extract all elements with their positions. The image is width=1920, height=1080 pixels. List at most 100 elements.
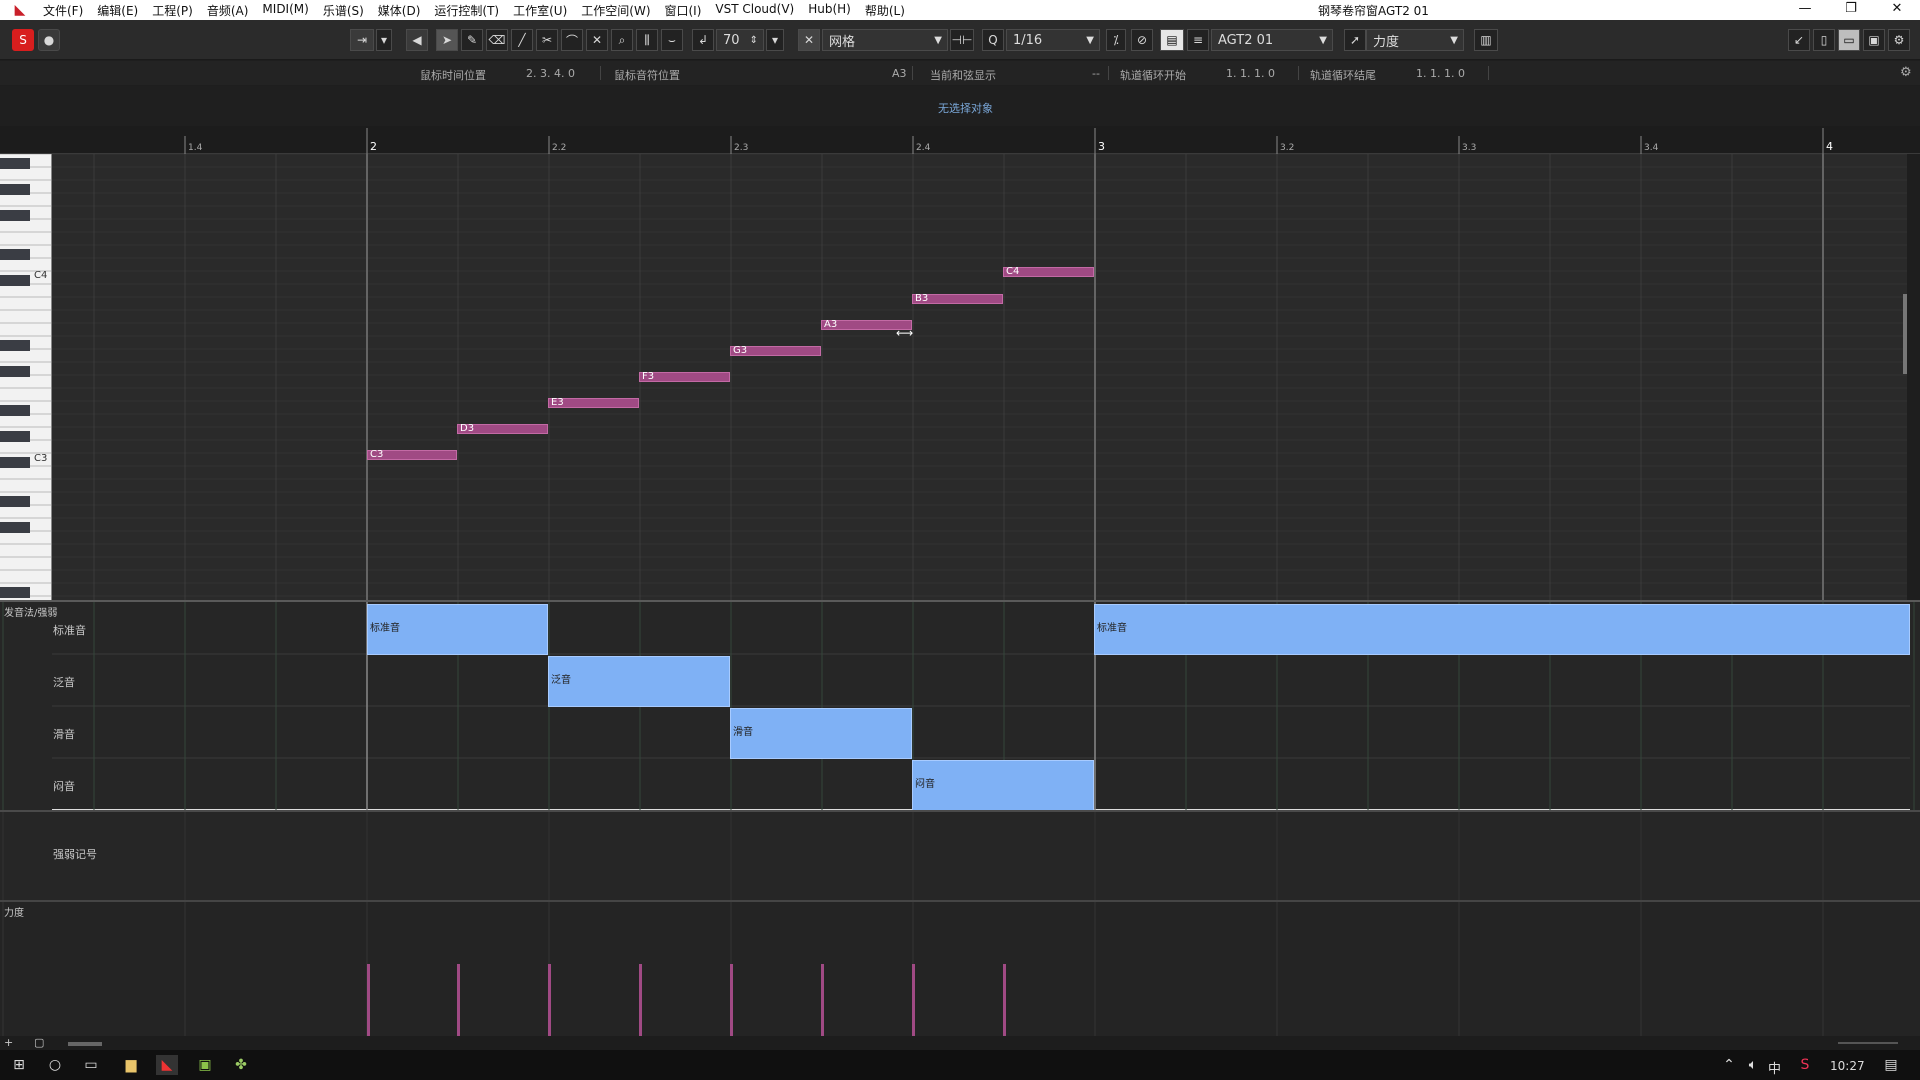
volume-icon[interactable]: 🔈︎ — [1742, 1055, 1764, 1075]
clover-app-icon[interactable]: ✤ — [230, 1055, 252, 1075]
articulation-block[interactable]: 标准音 — [367, 604, 548, 655]
menu-edit[interactable]: 编辑(E) — [90, 2, 145, 19]
midi-note[interactable]: F3 — [639, 372, 730, 382]
black-key[interactable] — [0, 587, 30, 598]
midi-note[interactable]: E3 — [548, 398, 639, 408]
controller-icon[interactable]: ➚ — [1344, 29, 1366, 51]
glue-tool-icon[interactable]: ⌒ — [561, 29, 583, 51]
snap-options-icon[interactable]: ⊣⊢ — [950, 29, 974, 51]
close-icon[interactable]: ✕ — [1874, 0, 1920, 20]
note-grid[interactable]: C3 D3 E3 F3 G3 A3 B3 C4 ⟷ — [52, 154, 1907, 600]
velocity-bar[interactable] — [821, 964, 824, 1036]
windows-start-icon[interactable]: ⊞ — [8, 1055, 30, 1075]
track-color-icon[interactable]: ▤ — [1160, 29, 1184, 51]
velocity-bar[interactable] — [457, 964, 460, 1036]
zoom-tool-icon[interactable]: ⌕ — [611, 29, 633, 51]
black-key[interactable] — [0, 340, 30, 351]
articulation-block[interactable]: 泛音 — [548, 656, 730, 707]
lower-zone-icon[interactable]: ▭ — [1838, 29, 1860, 51]
expand-icon[interactable]: ↙ — [1788, 29, 1810, 51]
pointer-tool-icon[interactable]: ➤ — [436, 29, 458, 51]
file-explorer-icon[interactable]: ▆ — [120, 1055, 142, 1075]
clock[interactable]: 10:27 — [1830, 1059, 1865, 1073]
scroll-thumb[interactable] — [68, 1042, 102, 1046]
stepper-icon[interactable]: ⇕ — [750, 35, 758, 46]
chevron-down-icon[interactable]: ▾ — [766, 29, 784, 51]
pencil-tool-icon[interactable]: ✎ — [461, 29, 483, 51]
menu-help[interactable]: 帮助(L) — [858, 2, 912, 19]
step-input-icon[interactable]: ↲ — [692, 29, 714, 51]
menu-project[interactable]: 工程(P) — [145, 2, 200, 19]
menu-media[interactable]: 媒体(D) — [371, 2, 428, 19]
reset-quantize-icon[interactable]: ⊘ — [1131, 29, 1153, 51]
articulation-block[interactable]: 闷音 — [912, 760, 1094, 811]
solo-button[interactable]: S — [12, 29, 34, 51]
curve-tool-icon[interactable]: ⌣ — [661, 29, 683, 51]
autoscroll-icon[interactable]: ⇥ — [350, 29, 374, 51]
input-method-icon[interactable]: S — [1794, 1055, 1816, 1075]
midi-note[interactable]: D3 — [457, 424, 548, 434]
restore-icon[interactable]: ❐ — [1828, 0, 1874, 20]
black-key[interactable] — [0, 184, 30, 195]
eraser-tool-icon[interactable]: ⌫ — [486, 29, 508, 51]
horizontal-scrollbar[interactable]: + ▢ — [0, 1036, 1920, 1050]
midi-note[interactable]: C3 — [367, 450, 457, 460]
split-tool-icon[interactable]: ✂ — [536, 29, 558, 51]
black-key[interactable] — [0, 496, 30, 507]
velocity-bar[interactable] — [1003, 964, 1006, 1036]
midi-note[interactable]: C4 — [1003, 267, 1094, 277]
chevron-down-icon[interactable]: ▾ — [376, 29, 392, 51]
left-zone-icon[interactable]: ▯ — [1813, 29, 1835, 51]
cubase-icon[interactable]: ◣ — [10, 1, 30, 19]
articulation-lane[interactable]: 发音法/强弱 标准音 泛音 滑音 闷音 标准音 泛音 滑音 闷音 标准音 — [0, 600, 1920, 811]
speaker-icon[interactable]: ◀ — [406, 29, 428, 51]
black-key[interactable] — [0, 405, 30, 416]
track-list-icon[interactable]: ≡ — [1187, 29, 1209, 51]
articulation-block[interactable]: 滑音 — [730, 708, 912, 759]
vertical-scrollbar[interactable] — [1903, 294, 1907, 374]
black-key[interactable] — [0, 522, 30, 533]
track-select[interactable]: AGT2 01 ▼ — [1211, 29, 1333, 51]
menu-midi[interactable]: MIDI(M) — [255, 2, 315, 19]
ruler[interactable]: 1.4 2 2.2 2.3 2.4 3 3.2 3.3 3.4 4 — [0, 126, 1920, 154]
black-key[interactable] — [0, 249, 30, 260]
ime-indicator[interactable]: 中 — [1768, 1058, 1781, 1077]
app-taskbar-icon[interactable]: ▣ — [194, 1055, 216, 1075]
quantize-icon[interactable]: Q — [982, 29, 1004, 51]
minimize-icon[interactable]: — — [1782, 0, 1828, 20]
velocity-bar[interactable] — [639, 964, 642, 1036]
quantize-settings-icon[interactable]: ⁒ — [1106, 29, 1126, 51]
menu-studio[interactable]: 工作室(U) — [506, 2, 574, 19]
articulation-block[interactable]: 标准音 — [1094, 604, 1910, 655]
snap-icon[interactable]: ✕ — [798, 29, 820, 51]
menu-file[interactable]: 文件(F) — [36, 2, 90, 19]
notification-icon[interactable]: ▤ — [1880, 1055, 1902, 1075]
black-key[interactable] — [0, 210, 30, 221]
menu-window[interactable]: 窗口(I) — [658, 2, 709, 19]
keyboard-icon[interactable]: ▥ — [1474, 29, 1498, 51]
menu-audio[interactable]: 音频(A) — [200, 2, 256, 19]
black-key[interactable] — [0, 275, 30, 286]
velocity-bar[interactable] — [367, 964, 370, 1036]
menu-vst-cloud[interactable]: VST Cloud(V) — [708, 2, 801, 19]
dynamics-lane[interactable]: 强弱记号 — [0, 810, 1920, 900]
right-zone-icon[interactable]: ▣ — [1863, 29, 1885, 51]
add-lane-icon[interactable]: + — [4, 1036, 13, 1049]
cubase-taskbar-icon[interactable]: ◣ — [156, 1055, 178, 1075]
velocity-bar[interactable] — [730, 964, 733, 1036]
line-tool-icon[interactable]: ⫼ — [636, 29, 658, 51]
controller-select[interactable]: 力度 ▼ — [1366, 29, 1464, 51]
velocity-lane[interactable]: 力度 — [0, 900, 1920, 1036]
midi-note[interactable]: B3 — [912, 294, 1003, 304]
step-value-field[interactable]: 70 ⇕ — [716, 29, 764, 51]
record-button[interactable]: ● — [38, 29, 60, 51]
gear-icon[interactable]: ⚙ — [1900, 65, 1912, 80]
loop-start-value[interactable]: 1. 1. 1. 0 — [1226, 67, 1275, 80]
black-key[interactable] — [0, 158, 30, 169]
menu-workspaces[interactable]: 工作空间(W) — [574, 2, 657, 19]
mute-tool-icon[interactable]: ✕ — [586, 29, 608, 51]
gear-icon[interactable]: ⚙ — [1888, 29, 1910, 51]
zoom-slider[interactable] — [1838, 1042, 1898, 1044]
loop-end-value[interactable]: 1. 1. 1. 0 — [1416, 67, 1465, 80]
lane-preset-icon[interactable]: ▢ — [34, 1036, 44, 1049]
